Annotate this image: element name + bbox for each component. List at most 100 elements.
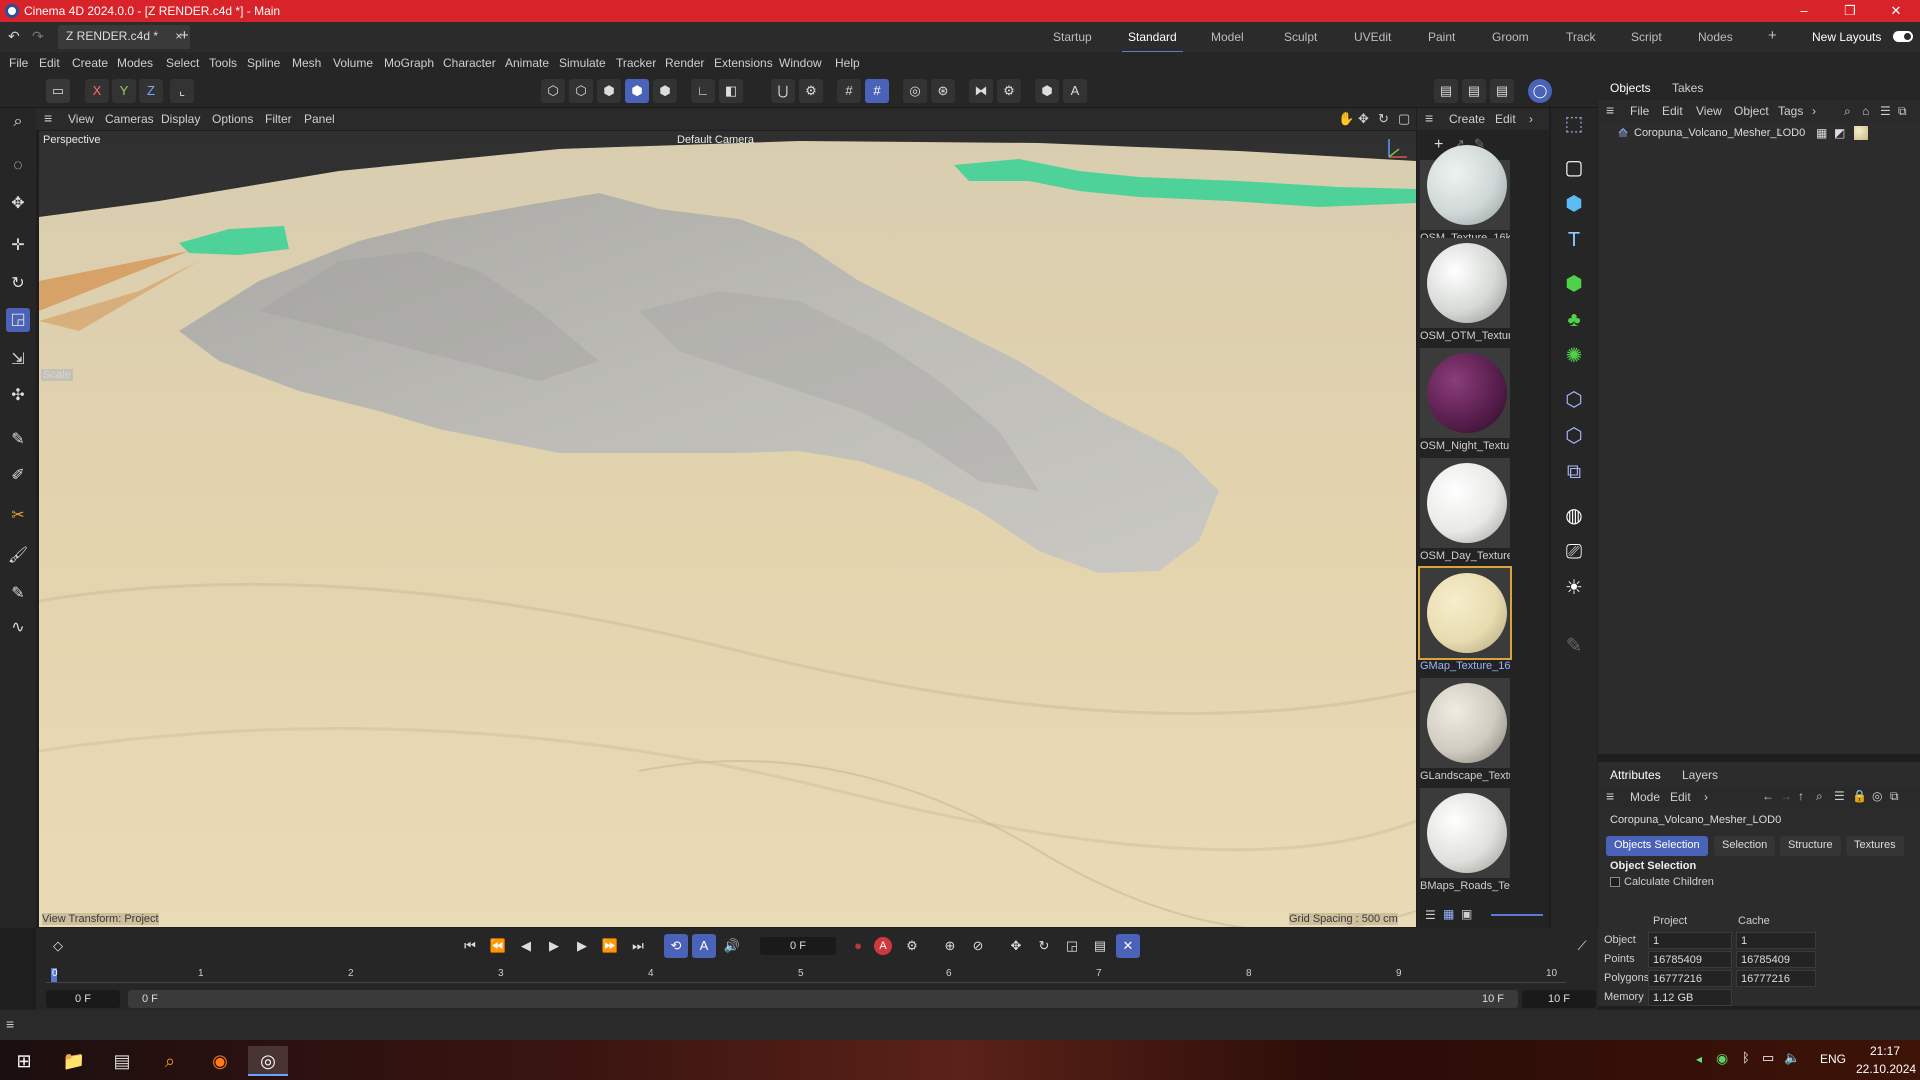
redshift-icon[interactable]: A [1063,79,1087,103]
menu-extensions[interactable]: Extensions [714,56,773,70]
layout-tab-startup[interactable]: Startup [1053,30,1092,44]
camera-icon[interactable]: ⎚ [1560,538,1588,566]
objects-hamburger-icon[interactable]: ≡ [1606,102,1614,118]
viewport-menu-options[interactable]: Options [212,112,253,126]
objects-menu-file[interactable]: File [1630,104,1649,118]
menu-modes[interactable]: Modes [117,56,153,70]
add-layout-icon[interactable]: + [1768,27,1777,44]
layout-tab-uvedit[interactable]: UVEdit [1354,30,1391,44]
file-explorer-icon[interactable]: 📁 [54,1046,94,1076]
tweak-tool-icon[interactable]: ✥ [6,192,30,216]
material-hamburger-icon[interactable]: ≡ [1425,110,1433,126]
subtab-selection[interactable]: Selection [1714,836,1776,856]
mograph-cloner-icon[interactable]: ♣ [1560,306,1588,334]
mirror-icon[interactable]: ⧓ [969,79,993,103]
transform-tool-icon[interactable]: ⇲ [6,348,30,372]
bluetooth-icon[interactable]: ᛒ [1742,1050,1750,1065]
render-icon[interactable]: ⬢ [1035,79,1059,103]
model-mode-icon[interactable]: ⬢ [625,79,649,103]
chevron-right-icon[interactable]: › [1704,790,1708,804]
maximize-button[interactable]: ❐ [1830,0,1870,22]
tab-takes[interactable]: Takes [1672,81,1703,95]
attributes-menu-edit[interactable]: Edit [1670,790,1691,804]
material-item[interactable]: OSM_OTM_Textur [1420,238,1510,346]
tab-objects[interactable]: Objects [1610,81,1651,95]
generator-icon[interactable]: ⬢ [1560,270,1588,298]
menu-window[interactable]: Window [779,56,822,70]
playback-rate-icon[interactable]: A [692,934,716,958]
deformer-icon[interactable]: ✺ [1560,342,1588,370]
key-rotation-icon[interactable]: ⊘ [966,934,990,958]
material-item[interactable]: OSM_Day_Texture [1420,458,1510,566]
coordinate-system-icon[interactable]: ⌞ [170,79,194,103]
search-icon[interactable]: ⌕ [6,110,30,134]
material-item-selected[interactable]: GMap_Texture_16 [1418,566,1512,676]
subtab-structure[interactable]: Structure [1780,836,1841,856]
knife-tool-icon[interactable]: ✂ [6,504,30,528]
next-frame-icon[interactable]: ▶ [570,934,594,958]
key-param-icon[interactable]: ▤ [1088,934,1112,958]
axis-mode-icon[interactable]: ∟ [691,79,715,103]
axis-x-button[interactable]: X [85,79,109,103]
object-tag-icon[interactable]: ▦ [1816,126,1827,140]
volume-icon[interactable]: ⬡ [1560,422,1588,450]
tracer-icon[interactable]: ⧉ [1560,458,1588,486]
minimize-button[interactable]: – [1784,0,1824,22]
menu-mograph[interactable]: MoGraph [384,56,434,70]
menu-tools[interactable]: Tools [209,56,237,70]
previous-key-icon[interactable]: ⏪ [486,934,510,958]
close-button[interactable]: ✕ [1876,0,1916,22]
interactive-render-icon[interactable]: ◯ [1528,79,1552,103]
calculate-children-checkbox[interactable] [1610,877,1620,887]
document-tab[interactable]: Z RENDER.c4d * × [58,25,191,49]
objects-menu-edit[interactable]: Edit [1662,104,1683,118]
texture-mode-icon[interactable]: ⬢ [653,79,677,103]
tray-icon[interactable]: ◂ [1696,1052,1702,1066]
objects-menu-object[interactable]: Object [1734,104,1769,118]
clock-time[interactable]: 21:17 [1870,1044,1900,1058]
snap-settings-icon[interactable]: ⚙ [799,79,823,103]
viewport-rotate-icon[interactable]: ↻ [1378,111,1389,127]
viewport-camera-name[interactable]: Default Camera [677,134,754,146]
key-rotate-icon[interactable]: ↻ [1032,934,1056,958]
key-move-icon[interactable]: ✥ [1004,934,1028,958]
menu-render[interactable]: Render [665,56,704,70]
chevron-right-icon[interactable]: › [1529,112,1533,126]
status-menu-icon[interactable]: ≡ [6,1016,14,1032]
tweak-settings-icon[interactable]: ⚙ [997,79,1021,103]
preview-size-slider[interactable] [1491,914,1543,916]
keyframe-icon[interactable]: ◇ [46,934,70,958]
viewport-menu-filter[interactable]: Filter [265,112,292,126]
spline-sketch-icon[interactable]: ✐ [6,464,30,488]
render-view-icon[interactable]: ▤ [1434,79,1458,103]
back-arrow-icon[interactable]: ← [1762,789,1774,803]
new-layouts-button[interactable]: New Layouts [1812,30,1881,44]
end-frame-field[interactable]: 10 F [1522,990,1596,1008]
previous-frame-icon[interactable]: ◀ [514,934,538,958]
undo-icon[interactable]: ↶ [8,28,20,45]
timeline-ruler[interactable]: 0 1 2 3 4 5 6 7 8 9 10 [46,968,1566,986]
search-icon[interactable]: ⌕ [1844,104,1851,119]
go-to-start-icon[interactable]: ⏮ [458,934,482,958]
autokey-icon[interactable]: A [874,937,892,955]
material-create-menu[interactable]: Create [1449,112,1485,126]
volume-icon[interactable]: 🔈 [1784,1050,1800,1066]
eyedropper-icon[interactable]: ✎ [6,582,30,606]
material-item[interactable]: OSM_Night_Textu [1420,348,1510,456]
layout-tab-standard[interactable]: Standard [1122,30,1183,53]
menu-mesh[interactable]: Mesh [292,56,321,70]
render-settings-icon[interactable]: ▤ [1490,79,1514,103]
key-scale-icon[interactable]: ◲ [1060,934,1084,958]
subtab-objects-selection[interactable]: Objects Selection [1606,836,1708,856]
brush-tool-icon[interactable]: 🖌 [6,544,30,568]
add-object-icon[interactable]: ⬚ [1560,110,1588,138]
search-app-icon[interactable]: ⌕ [150,1046,190,1076]
scale-tool-icon[interactable]: ◲ [6,308,30,332]
nvidia-tray-icon[interactable]: ◉ [1716,1050,1728,1067]
viewport-menu-display[interactable]: Display [161,112,200,126]
axis-y-button[interactable]: Y [112,79,136,103]
new-layouts-toggle[interactable] [1893,31,1913,42]
subtab-textures[interactable]: Textures [1846,836,1904,856]
viewport-move-icon[interactable]: ✥ [1358,111,1369,127]
pivot-tool-icon[interactable]: ✣ [6,384,30,408]
